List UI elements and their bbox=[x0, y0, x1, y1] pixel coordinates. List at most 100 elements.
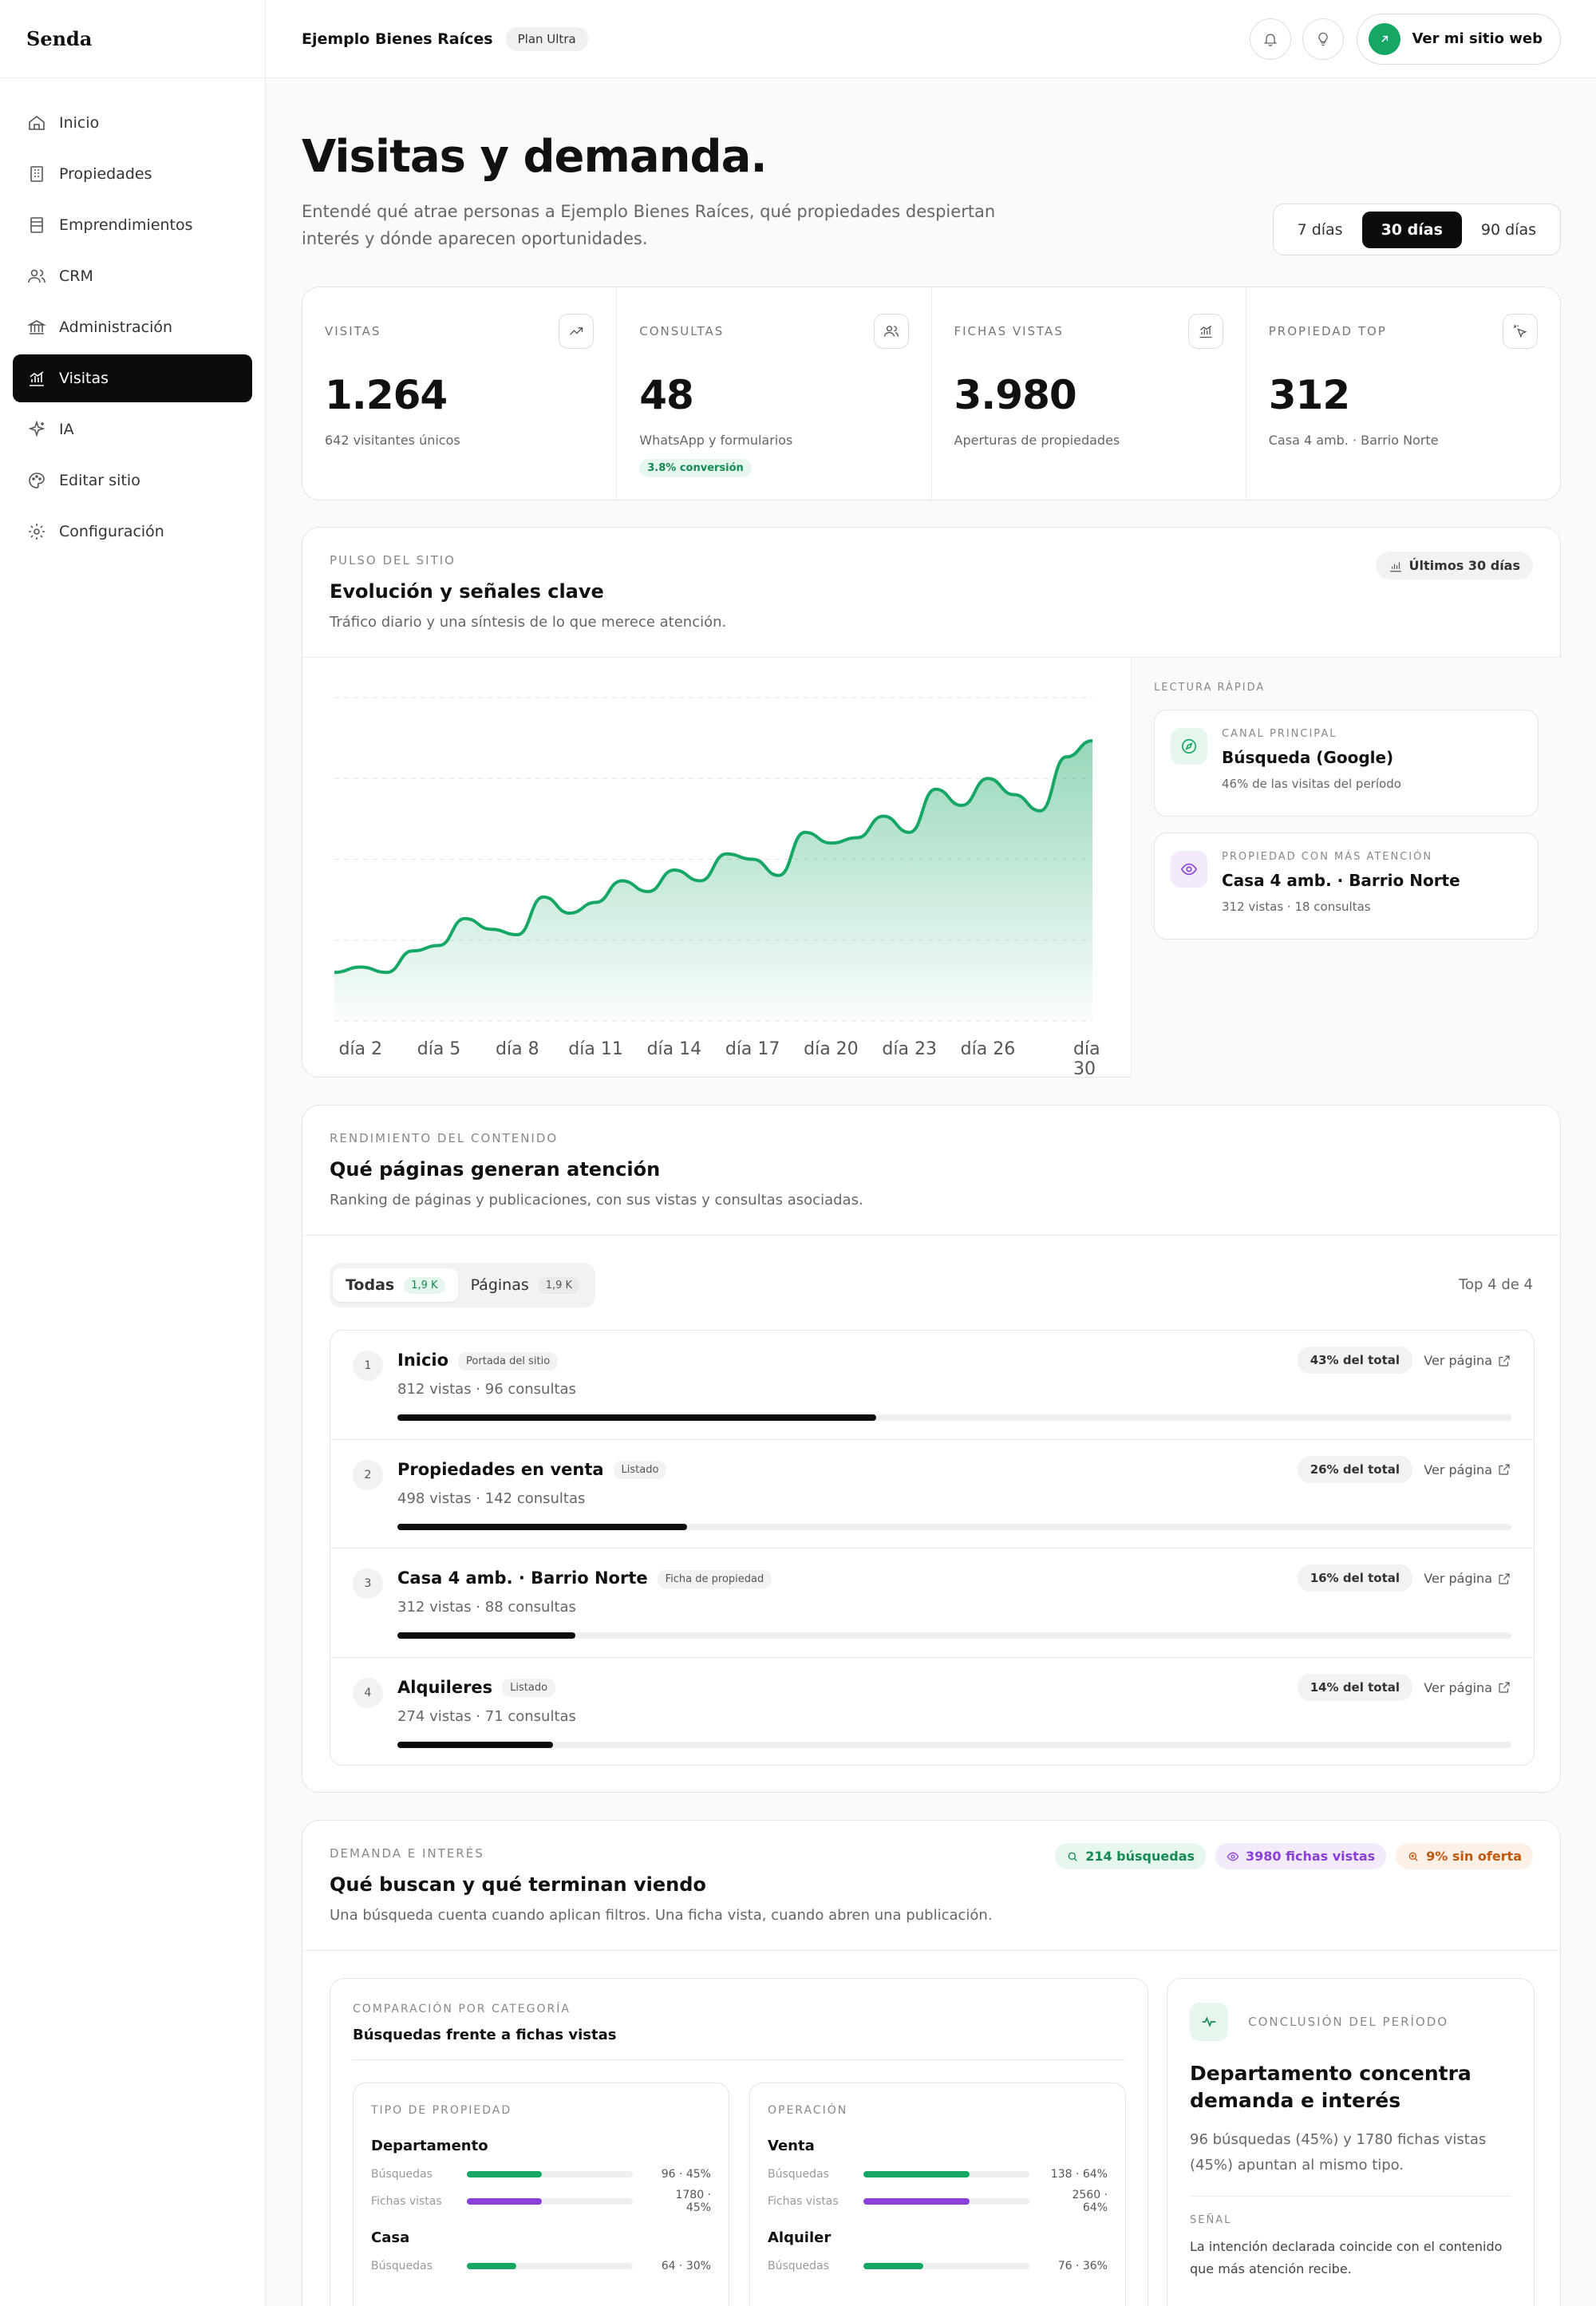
page-name: Alquileres Listado bbox=[397, 1678, 556, 1697]
sidebar-item-propiedades[interactable]: Propiedades bbox=[13, 150, 252, 198]
lightbulb-icon bbox=[1318, 32, 1329, 45]
kpi-sub: Aperturas de propiedades bbox=[954, 433, 1120, 448]
rank-number: 4 bbox=[353, 1677, 383, 1708]
sidebar-item-ia[interactable]: IA bbox=[13, 405, 252, 453]
share-bar-fill bbox=[397, 1523, 687, 1530]
kpi-value: 48 bbox=[639, 372, 694, 418]
range-7-days[interactable]: 7 días bbox=[1278, 212, 1362, 248]
page-tag: Listado bbox=[502, 1679, 556, 1697]
searches-bar bbox=[467, 2263, 517, 2269]
section-title: Qué buscan y qué terminan viendo bbox=[330, 1873, 706, 1896]
kpi-value: 3.980 bbox=[954, 372, 1077, 418]
sidebar-item-visitas[interactable]: Visitas bbox=[13, 354, 252, 402]
quick-card-property: PROPIEDAD CON MÁS ATENCIÓN Casa 4 amb. ·… bbox=[1154, 833, 1539, 939]
page-tag: Listado bbox=[613, 1461, 667, 1479]
searches-bar bbox=[863, 2171, 970, 2177]
conclusion-label: CONCLUSIÓN DEL PERÍODO bbox=[1248, 2015, 1449, 2029]
sidebar: Senda Inicio Propiedades Emprendimientos… bbox=[0, 0, 266, 2306]
sidebar-item-label: Administración bbox=[59, 318, 173, 336]
rank-number: 2 bbox=[353, 1459, 383, 1490]
tower-icon bbox=[30, 217, 43, 233]
section-description: Tráfico diario y una síntesis de lo que … bbox=[330, 614, 727, 631]
tab-todas[interactable]: Todas 1,9 K bbox=[333, 1268, 458, 1302]
palette-icon bbox=[29, 473, 45, 488]
conclusion-title: Departamento concentra demanda e interés bbox=[1190, 2062, 1472, 2112]
tab-paginas[interactable]: Páginas 1,9 K bbox=[458, 1268, 593, 1302]
page-name: Casa 4 amb. · Barrio Norte Ficha de propi… bbox=[397, 1568, 772, 1588]
share-badge: 14% del total bbox=[1297, 1673, 1412, 1701]
sidebar-item-label: Visitas bbox=[59, 370, 109, 387]
quick-card-sub: 46% de las visitas del período bbox=[1222, 777, 1401, 791]
group-label: OPERACIÓN bbox=[768, 2104, 848, 2117]
notifications-button[interactable] bbox=[1250, 18, 1292, 60]
users-icon bbox=[883, 326, 899, 337]
sidebar-nav: Inicio Propiedades Emprendimientos CRM A… bbox=[0, 78, 265, 556]
compass-icon bbox=[1181, 738, 1197, 754]
section-label: PULSO DEL SITIO bbox=[330, 553, 456, 568]
period-pill[interactable]: Últimos 30 días bbox=[1375, 552, 1533, 579]
sidebar-item-configuracion[interactable]: Configuración bbox=[13, 508, 252, 556]
tips-button[interactable] bbox=[1302, 18, 1345, 60]
page-stats: 812 vistas · 96 consultas bbox=[397, 1381, 576, 1398]
view-page-link[interactable]: Ver página bbox=[1424, 1680, 1511, 1695]
page-name: Propiedades en venta Listado bbox=[397, 1460, 667, 1479]
sidebar-item-emprendimientos[interactable]: Emprendimientos bbox=[13, 201, 252, 249]
top-count: Top 4 de 4 bbox=[1459, 1276, 1533, 1293]
category-comparison: COMPARACIÓN POR CATEGORÍA Búsquedas fren… bbox=[330, 1978, 1148, 2306]
sidebar-item-label: Emprendimientos bbox=[59, 216, 193, 234]
share-bar bbox=[397, 1414, 1511, 1421]
view-site-button[interactable]: Ver mi sitio web bbox=[1357, 13, 1561, 65]
x-tick-label: día 11 bbox=[568, 1039, 623, 1059]
range-90-days[interactable]: 90 días bbox=[1462, 212, 1555, 248]
sidebar-item-administracion[interactable]: Administración bbox=[13, 303, 252, 351]
users-icon bbox=[28, 269, 45, 283]
quick-card-label: PROPIEDAD CON MÁS ATENCIÓN bbox=[1222, 851, 1433, 863]
quick-card-title: Casa 4 amb. · Barrio Norte bbox=[1222, 871, 1460, 890]
traffic-chart: día 2 día 5 día 8 día 11 día 14 día 17 día 20 d… bbox=[302, 658, 1131, 1079]
trend-up-icon bbox=[570, 327, 583, 335]
kpi-value: 1.264 bbox=[325, 372, 448, 418]
range-30-days[interactable]: 30 días bbox=[1361, 211, 1462, 248]
share-badge: 43% del total bbox=[1297, 1347, 1412, 1374]
sidebar-item-crm[interactable]: CRM bbox=[13, 252, 252, 300]
home-icon bbox=[29, 115, 45, 130]
views-bar-row: Fichas vistas 1780 · 45% bbox=[371, 2189, 711, 2214]
content-tabs: Todas 1,9 K Páginas 1,9 K bbox=[330, 1263, 596, 1307]
content-performance-card: RENDIMIENTO DEL CONTENIDO Qué páginas ge… bbox=[302, 1105, 1561, 1793]
section-title: Qué páginas generan atención bbox=[330, 1158, 661, 1181]
category-name: Departamento bbox=[371, 2138, 488, 2154]
external-link-icon bbox=[1499, 1355, 1510, 1367]
kpi-visitas: VISITAS 1.264 642 visitantes únicos bbox=[302, 287, 618, 500]
view-page-link[interactable]: Ver página bbox=[1424, 1353, 1511, 1368]
kpi-sub: WhatsApp y formularios bbox=[639, 433, 793, 448]
sidebar-item-editar-sitio[interactable]: Editar sitio bbox=[13, 457, 252, 504]
quick-card-title: Búsqueda (Google) bbox=[1222, 748, 1394, 767]
page-stats: 498 vistas · 142 consultas bbox=[397, 1489, 586, 1507]
kpi-label: CONSULTAS bbox=[639, 324, 725, 338]
building-icon bbox=[30, 166, 43, 182]
kpi-consultas: CONSULTAS 48 WhatsApp y formularios 3.8%… bbox=[617, 287, 932, 500]
view-page-link[interactable]: Ver página bbox=[1424, 1571, 1511, 1586]
quick-card-channel: CANAL PRINCIPAL Búsqueda (Google) 46% de… bbox=[1154, 710, 1539, 817]
quick-card-label: CANAL PRINCIPAL bbox=[1222, 728, 1337, 740]
view-page-link[interactable]: Ver página bbox=[1424, 1462, 1511, 1477]
searches-bar-row: Búsquedas 76 · 36% bbox=[768, 2260, 1108, 2272]
x-tick-label: día 8 bbox=[496, 1039, 539, 1059]
group-operation: OPERACIÓN Venta Búsquedas 138 · 64% Fichas v… bbox=[749, 2083, 1126, 2306]
searches-chip: 214 búsquedas bbox=[1055, 1843, 1207, 1869]
views-bar bbox=[863, 2198, 970, 2205]
brand-logo[interactable]: Senda bbox=[0, 0, 265, 78]
plan-badge: Plan Ultra bbox=[505, 26, 588, 51]
group-property-type: TIPO DE PROPIEDAD Departamento Búsquedas 96… bbox=[353, 2083, 729, 2306]
sidebar-item-label: Configuración bbox=[59, 523, 164, 540]
views-bar-row: Fichas vistas 2560 · 64% bbox=[768, 2189, 1108, 2214]
x-tick-label: día 17 bbox=[725, 1039, 780, 1059]
share-bar bbox=[397, 1523, 1511, 1530]
conclusion-description: 96 búsquedas (45%) y 1780 fichas vistas … bbox=[1190, 2127, 1511, 2197]
main-content: Ejemplo Bienes Raíces Plan Ultra Ver mi … bbox=[266, 0, 1596, 2306]
sidebar-item-inicio[interactable]: Inicio bbox=[13, 99, 252, 147]
section-label: RENDIMIENTO DEL CONTENIDO bbox=[330, 1131, 559, 1145]
pulse-card: PULSO DEL SITIO Evolución y señales clav… bbox=[302, 527, 1561, 1079]
category-name: Alquiler bbox=[768, 2229, 832, 2246]
eye-icon bbox=[1180, 863, 1198, 876]
